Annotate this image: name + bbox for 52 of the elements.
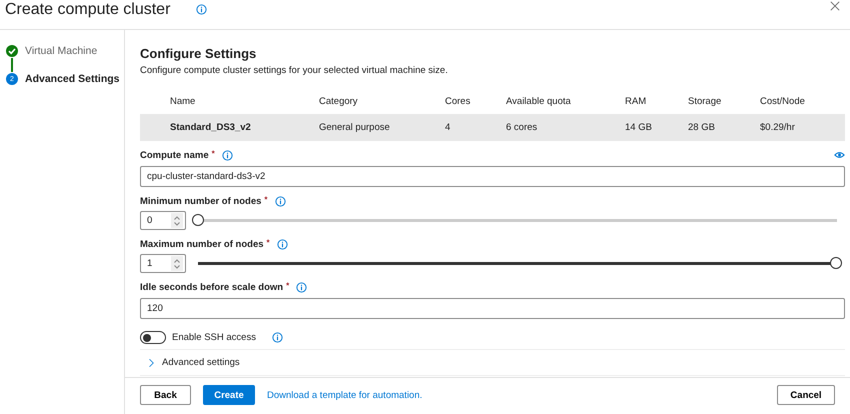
table-cell-text: 14 GB	[625, 122, 653, 133]
advanced-settings-expander[interactable]: Advanced settings	[140, 349, 845, 376]
close-icon[interactable]	[830, 0, 840, 10]
input-field[interactable]: cpu-cluster-standard-ds3-v2	[140, 166, 845, 187]
required-mark: *	[264, 195, 268, 204]
template-link[interactable]: Download a template for automation.	[267, 390, 422, 400]
table-cell-text: Standard_DS3_v2	[169, 122, 252, 133]
table-cell-text: 4	[445, 122, 452, 133]
column-header: Storage	[688, 96, 722, 106]
info-icon[interactable]	[196, 4, 208, 15]
step-label[interactable]: Advanced Settings	[25, 73, 120, 85]
toggle-switch[interactable]	[140, 331, 166, 344]
field-label: Compute name	[140, 150, 209, 160]
required-mark: *	[212, 149, 215, 158]
table-cell-text: 28 GB	[688, 122, 716, 133]
step-label[interactable]: Virtual Machine	[25, 45, 98, 57]
slider-thumb[interactable]	[830, 257, 842, 269]
number-field[interactable]: 0	[140, 211, 186, 230]
chevron-icon	[148, 358, 154, 368]
number-field[interactable]: 1	[140, 254, 186, 273]
eye-icon[interactable]	[834, 151, 845, 159]
info-icon[interactable]	[296, 282, 308, 292]
column-header: Name	[169, 96, 196, 106]
table-row[interactable]: Standard_DS3_v2 General purpose 4 6 cores 14 GB 28 GB $0.29/hr	[140, 114, 845, 141]
input-field[interactable]: 120	[140, 298, 845, 319]
field-label: Idle seconds before scale down	[140, 282, 284, 292]
spinner-icon[interactable]	[173, 258, 181, 270]
column-header: Cost/Node	[760, 96, 806, 106]
toggle-label: Enable SSH access	[172, 332, 256, 343]
info-icon[interactable]	[274, 196, 286, 206]
table-cell-text: 6 cores	[506, 122, 538, 133]
section-title: Configure Settings	[140, 46, 258, 61]
column-header: Available quota	[506, 96, 572, 106]
table-cell-text: General purpose	[319, 122, 391, 133]
section-description: Configure compute cluster settings for your selected virtual machine size.	[140, 65, 449, 76]
cancel-button[interactable]: Cancel	[777, 385, 835, 405]
field-label: Minimum number of nodes	[140, 196, 262, 206]
info-icon[interactable]	[222, 150, 233, 160]
column-header: RAM	[625, 96, 648, 106]
column-header: Category	[319, 96, 359, 106]
column-header: Cores	[445, 96, 472, 106]
info-icon[interactable]	[276, 238, 288, 250]
field-label: Maximum number of nodes	[140, 238, 264, 250]
required-mark: *	[286, 281, 290, 290]
slider-thumb[interactable]	[192, 214, 204, 226]
required-mark: *	[266, 238, 270, 247]
window-title: Create compute cluster	[5, 0, 170, 18]
info-icon[interactable]	[272, 332, 283, 343]
table-cell-text: $0.29/hr	[760, 122, 796, 133]
back-button[interactable]: Back	[140, 385, 191, 405]
spinner-icon[interactable]	[173, 214, 181, 226]
create-button[interactable]: Create	[203, 385, 255, 405]
